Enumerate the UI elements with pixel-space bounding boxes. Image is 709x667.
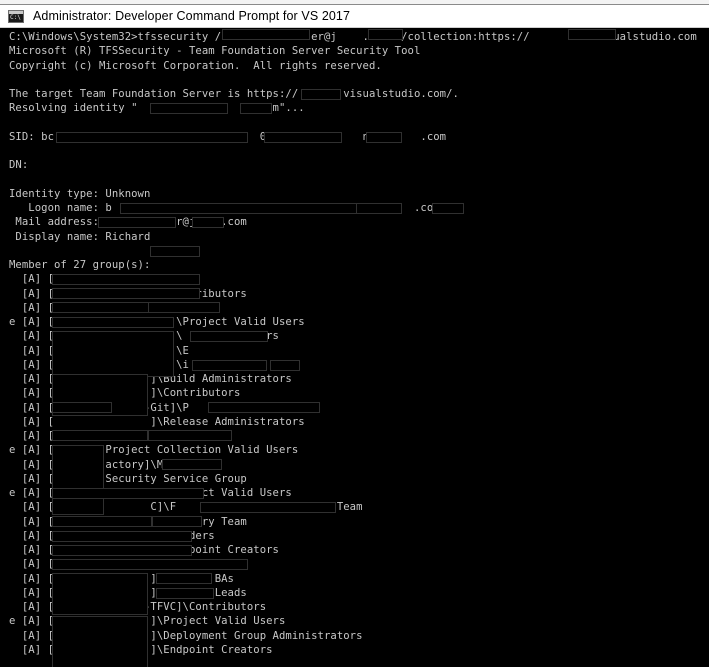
redaction-block [52,302,152,313]
console-line: Microsoft (R) TFSSecurity - Team Foundat… [9,45,421,58]
redaction-block [52,430,148,441]
redaction-block [52,288,200,299]
redaction-block [52,317,174,328]
redaction-block [148,430,232,441]
console-line: Member of 27 group(s): [9,259,151,271]
redaction-block [152,516,202,527]
redaction-block [52,516,152,527]
redaction-block [264,132,342,143]
redaction-block [52,331,174,377]
redaction-block [52,488,204,499]
console-line: Copyright (c) Microsoft Corporation. All… [9,59,382,72]
redaction-block [156,588,214,599]
redaction-block [120,203,358,214]
redaction-block [208,402,320,413]
redaction-block [368,29,403,40]
redaction-block [52,616,148,667]
redaction-block [190,331,268,342]
redaction-block [150,246,200,257]
console-line: Display name: Richard [9,230,151,243]
redaction-block [98,217,176,228]
redaction-block [52,445,104,515]
cmd-icon [8,9,24,23]
redaction-block [52,545,192,556]
redaction-block [52,402,112,413]
console-line: [A] [ ]\Release Administrators [9,415,305,428]
console-line: The target Team Foundation Server is htt… [9,88,459,100]
console-line: Identity type: Unknown [9,187,151,200]
redaction-block [148,302,220,313]
console-window[interactable]: Administrator: Developer Command Prompt … [0,5,709,667]
redaction-block [240,103,272,114]
redaction-block [301,89,341,100]
redaction-block [200,502,336,513]
redaction-block [568,29,616,40]
redaction-block [156,573,212,584]
title-bar[interactable]: Administrator: Developer Command Prompt … [0,5,709,28]
console-line: DN: [9,159,29,172]
redaction-block [270,360,300,371]
redaction-block [52,274,200,285]
redaction-block [56,132,248,143]
redaction-block [150,103,228,114]
redaction-block [356,203,402,214]
console-line: [A] [ Security Service Group [9,472,247,485]
redaction-block [52,531,192,542]
redaction-block [162,459,222,470]
redaction-block [222,29,310,40]
redaction-block [432,203,464,214]
redaction-block [192,217,224,228]
console-output[interactable]: C:\Windows\System32>tfssecurity /imx "r … [0,28,709,667]
window-title: Administrator: Developer Command Prompt … [33,9,351,23]
redaction-block [52,559,248,570]
redaction-block [52,573,148,615]
redaction-block [192,360,267,371]
redaction-block [366,132,402,143]
